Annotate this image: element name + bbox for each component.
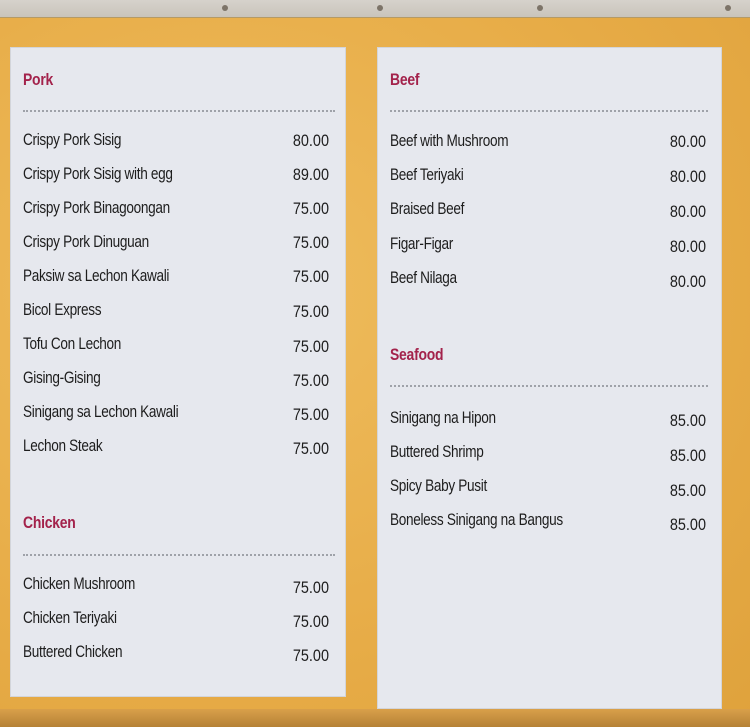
- menu-item-name: Tofu Con Lechon: [23, 334, 122, 353]
- menu-item-price: 85.00: [669, 411, 706, 430]
- bolt-icon: [377, 5, 383, 11]
- section-title-beef: Beef: [390, 70, 420, 89]
- section-divider: [23, 554, 335, 556]
- menu-item-price: 89.00: [292, 165, 329, 184]
- menu-item-price: 75.00: [292, 233, 329, 252]
- menu-item-price: 80.00: [669, 272, 706, 291]
- menu-item-price: 75.00: [292, 267, 329, 286]
- menu-item-price: 75.00: [292, 646, 329, 665]
- menu-item-name: Crispy Pork Sisig: [23, 130, 122, 149]
- section-divider: [390, 110, 708, 112]
- top-frame-strip: [0, 0, 750, 18]
- section-divider: [390, 385, 708, 387]
- left-menu-panel: Pork Crispy Pork Sisig 80.00 Crispy Pork…: [10, 47, 346, 697]
- menu-item-price: 75.00: [292, 578, 329, 597]
- menu-item-name: Lechon Steak: [23, 436, 103, 455]
- menu-item-price: 75.00: [292, 612, 329, 631]
- menu-item-name: Sinigang sa Lechon Kawali: [23, 402, 179, 421]
- menu-item-name: Crispy Pork Sisig with egg: [23, 164, 173, 183]
- menu-item-name: Crispy Pork Dinuguan: [23, 232, 149, 251]
- menu-item-price: 75.00: [292, 302, 329, 321]
- menu-item-name: Bicol Express: [23, 300, 102, 319]
- menu-item-price: 75.00: [292, 371, 329, 390]
- menu-item-price: 75.00: [292, 405, 329, 424]
- menu-item-name: Braised Beef: [390, 199, 465, 218]
- menu-item-name: Paksiw sa Lechon Kawali: [23, 266, 170, 285]
- menu-item-name: Buttered Shrimp: [390, 442, 484, 461]
- section-title-pork: Pork: [23, 70, 54, 89]
- menu-item-name: Beef with Mushroom: [390, 131, 509, 150]
- menu-item-name: Chicken Teriyaki: [23, 608, 117, 627]
- menu-item-price: 85.00: [669, 446, 706, 465]
- menu-item-name: Spicy Baby Pusit: [390, 476, 487, 495]
- bolt-icon: [537, 5, 543, 11]
- menu-item-price: 85.00: [669, 515, 706, 534]
- menu-item-price: 80.00: [669, 237, 706, 256]
- menu-item-price: 75.00: [292, 439, 329, 458]
- menu-item-name: Sinigang na Hipon: [390, 408, 496, 427]
- menu-item-name: Chicken Mushroom: [23, 574, 136, 593]
- menu-item-name: Boneless Sinigang na Bangus: [390, 510, 563, 529]
- menu-item-name: Crispy Pork Binagoongan: [23, 198, 170, 217]
- menu-item-price: 80.00: [669, 167, 706, 186]
- menu-item-price: 80.00: [669, 202, 706, 221]
- section-divider: [23, 110, 335, 112]
- menu-item-price: 80.00: [292, 131, 329, 150]
- menu-item-price: 75.00: [292, 199, 329, 218]
- bolt-icon: [222, 5, 228, 11]
- menu-item-name: Beef Teriyaki: [390, 165, 464, 184]
- section-title-seafood: Seafood: [390, 345, 444, 364]
- menu-item-name: Figar-Figar: [390, 234, 453, 253]
- bottom-frame-strip: [0, 709, 750, 727]
- bolt-icon: [725, 5, 731, 11]
- section-title-chicken: Chicken: [23, 513, 76, 532]
- menu-item-name: Buttered Chicken: [23, 642, 123, 661]
- menu-item-name: Gising-Gising: [23, 368, 101, 387]
- menu-item-price: 85.00: [669, 481, 706, 500]
- menu-item-price: 75.00: [292, 337, 329, 356]
- right-menu-panel: Beef Beef with Mushroom 80.00 Beef Teriy…: [377, 47, 722, 709]
- menu-item-name: Beef Nilaga: [390, 268, 457, 287]
- menu-item-price: 80.00: [669, 132, 706, 151]
